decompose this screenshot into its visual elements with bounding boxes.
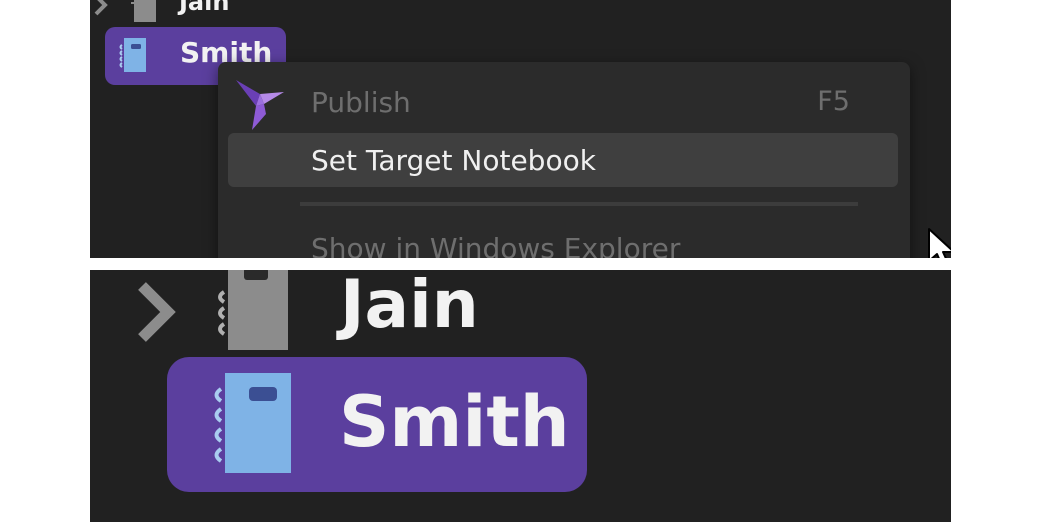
menu-item-set-target-notebook[interactable]: Set Target Notebook [228,133,898,187]
notebook-blue-icon [214,373,291,473]
tree-item-jain[interactable]: Jain [90,270,950,350]
menu-separator [300,202,858,206]
tree-item-smith[interactable]: Smith [167,357,587,492]
tree-item-label: Jain [340,270,479,343]
tree-item-label: Jain [179,0,230,16]
menu-item-label: Set Target Notebook [311,144,596,177]
notebook-gray-icon [131,0,156,22]
tree-item-label: Smith [339,381,570,463]
top-screenshot-panel: Jain Smith Publish F5 Set Target Noteboo… [90,0,951,258]
notebook-blue-icon [119,38,146,72]
notebook-gray-icon [218,270,288,350]
menu-item-show-in-windows-explorer[interactable]: Show in Windows Explorer [228,218,898,258]
menu-item-shortcut: F5 [817,86,850,117]
context-menu: Publish F5 Set Target Notebook Show in W… [218,62,951,258]
menu-item-label: Show in Windows Explorer [311,232,681,258]
menu-item-label: Publish [311,86,411,119]
mouse-pointer-icon [928,228,951,258]
chevron-right-icon[interactable] [134,282,180,342]
chevron-right-icon[interactable] [92,0,110,20]
tree-item-jain[interactable]: Jain [90,0,290,24]
menu-item-publish[interactable]: Publish F5 [228,76,898,130]
zoomed-screenshot-panel: Jain Smith [90,270,951,522]
